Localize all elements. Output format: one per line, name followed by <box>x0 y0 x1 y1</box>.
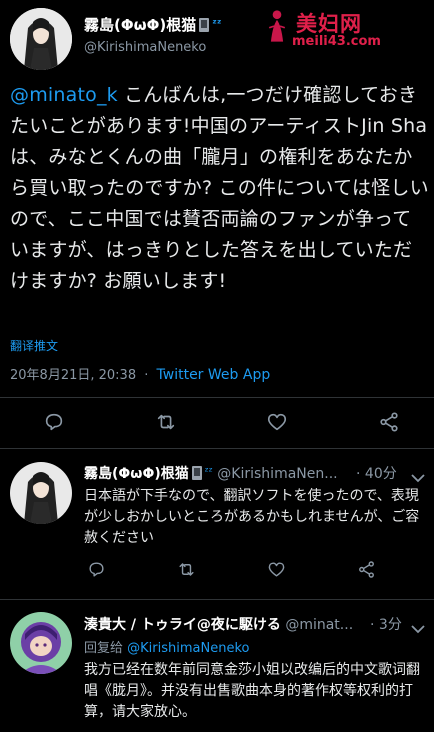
reply-timestamp[interactable]: 3分 <box>379 617 402 633</box>
reply-time: · 3分 <box>370 614 402 634</box>
woman-silhouette-icon <box>268 10 286 42</box>
retweet-icon <box>157 414 175 430</box>
chevron-down-icon <box>411 625 425 634</box>
reply-timestamp[interactable]: 40分 <box>365 466 397 482</box>
share-button[interactable] <box>377 410 401 434</box>
retweet-button[interactable] <box>154 410 178 434</box>
replying-to: 回复给 @KirishimaNeneko <box>84 637 249 656</box>
reply-button[interactable] <box>84 557 108 581</box>
like-button[interactable] <box>264 557 288 581</box>
reply-icon <box>45 413 63 431</box>
avatar[interactable] <box>10 462 72 524</box>
mention-link[interactable]: @minato_k <box>10 84 118 106</box>
reply-author-name[interactable]: 湊貴大 / トゥライ@夜に駆ける <box>84 617 281 633</box>
sleep-icon: ᶻᶻ <box>212 17 222 30</box>
tweet-timestamp[interactable]: 20年8月21日, 20:38 <box>10 368 136 383</box>
share-icon <box>358 560 374 578</box>
like-icon <box>268 561 284 577</box>
reply-author-handle[interactable]: @KirishimaNen... <box>217 466 337 482</box>
like-button[interactable] <box>265 410 289 434</box>
reply-header: 湊貴大 / トゥライ@夜に駆ける @minat... <box>84 614 370 634</box>
reply-author-name[interactable]: 霧島(ΦωΦ)根猫 <box>84 466 189 482</box>
chevron-down-icon <box>411 474 425 483</box>
tweet-author-header: 霧島(ΦωΦ)根猫 ᶻᶻ @KirishimaNeneko 美妇网 meili43… <box>0 0 434 70</box>
divider <box>0 397 434 398</box>
reply-header: 霧島(ΦωΦ)根猫 ᶻᶻ @KirishimaNen... <box>84 463 368 483</box>
avatar[interactable] <box>10 8 72 70</box>
translate-tweet-link[interactable]: 翻译推文 <box>10 337 58 354</box>
reply-button[interactable] <box>42 410 66 434</box>
reply-text: 我方已经在数年前同意金莎小姐以改编后的中文歌词翻唱《胧月》。并没有出售歌曲本身的… <box>84 662 420 720</box>
retweet-icon <box>178 562 194 576</box>
avatar[interactable] <box>10 612 72 674</box>
sleep-icon: ᶻᶻ <box>204 465 213 478</box>
reply-to-mention[interactable]: @KirishimaNeneko <box>127 641 249 656</box>
reply-actions <box>0 557 434 587</box>
share-icon <box>380 412 398 432</box>
like-icon <box>267 413 287 431</box>
tweet-text: こんばんは,一つだけ確認しておきたいことがあります!中国のアーティストJin S… <box>10 84 429 292</box>
author-handle[interactable]: @KirishimaNeneko <box>84 40 206 55</box>
more-options-button[interactable] <box>410 619 426 634</box>
author-name[interactable]: 霧島(ΦωΦ)根猫 ᶻᶻ <box>84 14 221 35</box>
reply-icon <box>88 561 104 577</box>
divider <box>0 599 434 600</box>
retweet-button[interactable] <box>174 557 198 581</box>
watermark-url: meili43.com <box>292 34 381 49</box>
meta-separator: · <box>370 617 375 633</box>
tweet-source[interactable]: Twitter Web App <box>157 367 271 383</box>
reply-time: · 40分 <box>356 463 397 483</box>
tweet-body: @minato_k こんばんは,一つだけ確認しておきたいことがあります!中国のア… <box>10 80 430 297</box>
reply-author-handle[interactable]: @minat... <box>285 617 353 633</box>
more-options-button[interactable] <box>410 468 426 483</box>
divider <box>0 448 434 449</box>
tweet-actions <box>0 410 434 440</box>
display-name: 霧島(ΦωΦ)根猫 <box>84 16 197 34</box>
meta-separator: · <box>356 466 361 482</box>
tweet-meta: 20年8月21日, 20:38 · Twitter Web App <box>10 364 270 383</box>
device-icon <box>191 466 202 480</box>
meta-separator: · <box>144 368 149 383</box>
device-icon <box>199 18 210 32</box>
watermark-logo: 美妇网 meili43.com <box>258 4 434 56</box>
share-button[interactable] <box>354 557 378 581</box>
reply-to-prefix: 回复给 <box>84 641 128 656</box>
reply-text: 日本語が下手なので、翻訳ソフトを使ったので、表現が少しおかしいところがあるかもし… <box>84 488 420 546</box>
